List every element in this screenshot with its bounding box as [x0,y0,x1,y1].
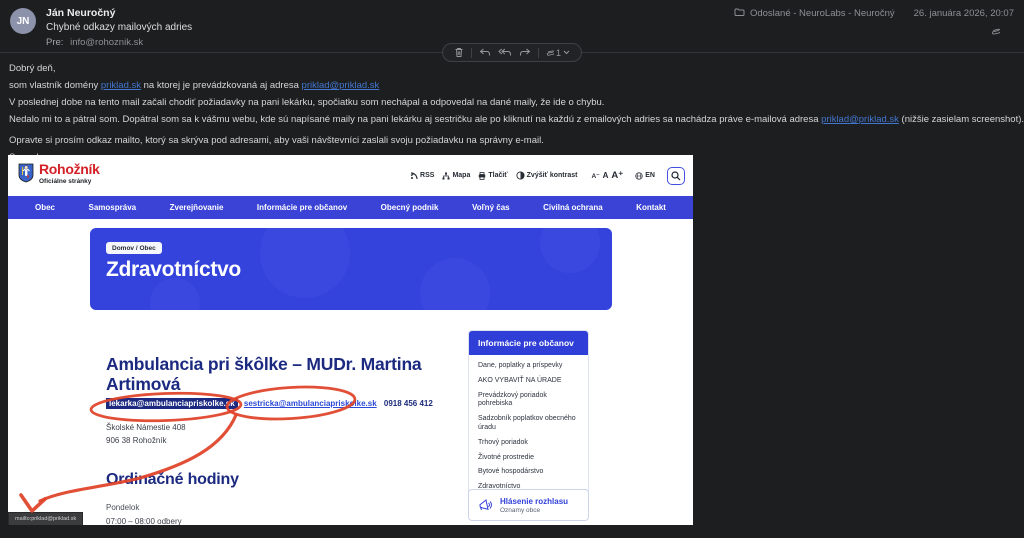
sidebar-list: Dane, poplatky a príspevky AKO VYBAVIŤ N… [469,355,588,500]
nav-obecny-podnik[interactable]: Obecný podnik [381,203,439,212]
paperclip-icon [991,26,1000,40]
forward-button[interactable] [519,48,531,57]
avatar: JN [10,8,36,34]
address-line-2: 906 38 Rohožník [106,436,167,445]
mail-app: JN Ján Neuročný Chybné odkazy mailových … [0,0,1024,538]
sidebar-item-bytove: Bytové hospodárstvo [469,465,588,480]
embedded-screenshot[interactable]: Rohožník Oficiálne stránky RSS Mapa Tlač… [8,155,693,525]
font-decrease-button[interactable]: A⁻ [591,172,599,180]
to-label: Pre: [46,37,63,48]
font-size-controls: A⁻ A A⁺ [591,170,623,181]
sidebar-info-card: Informácie pre občanov Dane, poplatky a … [468,330,589,501]
message-date: 26. januára 2026, 20:07 [914,8,1014,19]
attachments-button[interactable]: 1 [546,48,570,58]
nav-obec[interactable]: Obec [35,203,55,212]
page-title: Zdravotníctvo [106,258,241,282]
hours-day: Pondelok [106,503,139,512]
sidebar-item-sadzobnik: Sadzobník poplatkov obecného úradu [469,412,588,435]
print-link[interactable]: Tlačiť [478,172,507,180]
reply-all-button[interactable] [498,48,512,57]
article-title: Ambulancia pri škôlke – MUDr. Martina Ar… [106,354,476,394]
globe-icon [635,172,643,180]
body-paragraph-3: Nedalo mi to a pátral som. Dopátral som … [9,114,1009,125]
nav-zverejnovanie[interactable]: Zverejňovanie [170,203,224,212]
sidebar-item-zivotne: Životné prostredie [469,450,588,465]
rss-link[interactable]: RSS [410,172,434,180]
sidebar-item-trhovy: Trhový poriadok [469,436,588,451]
address-line-1: Školské Námestie 408 [106,423,186,432]
sidebar-item-dane: Dane, poplatky a príspevky [469,359,588,374]
page-hero: Domov / Obec Zdravotníctvo [90,228,612,310]
body-paragraph-2: V poslednej dobe na tento mail začali ch… [9,97,1009,108]
toolbar-separator [471,48,472,58]
contrast-toggle[interactable]: Zvýšiť kontrast [516,171,578,180]
megaphone-icon [478,499,493,512]
nav-kontakt[interactable]: Kontakt [636,203,666,212]
body-greeting: Dobrý deň, [9,63,1009,74]
site-logo: Rohožník Oficiálne stránky [18,161,100,185]
sidebar-title: Informácie pre občanov [469,331,588,355]
body-paragraph-4: Opravte si prosím odkaz mailto, ktorý sa… [9,135,1009,146]
phone-number: 0918 456 412 [384,399,433,408]
toolbar-separator [538,48,539,58]
to-value: info@rohoznik.sk [70,37,143,48]
recipient-line: Pre: info@rohoznik.sk [46,37,192,48]
hours-title: Ordinačné hodiny [106,471,239,489]
sender-name: Ján Neuročný [46,7,192,19]
hours-time: 07:00 – 08:00 odbery [106,517,182,525]
doctor-email-link: lekarka@ambulanciapriskolke.sk [106,398,238,409]
attachment-count: 1 [556,48,561,58]
header-utilities: RSS Mapa Tlačiť Zvýšiť kontrast A⁻ A [410,155,685,196]
sitemap-link[interactable]: Mapa [442,172,470,180]
contrast-icon [516,171,525,180]
message-subject: Chybné odkazy mailových adries [46,22,192,33]
radio-announcements-card: Hlásenie rozhlasu Oznamy obce [468,489,589,521]
contact-row: lekarka@ambulanciapriskolke.sk sestricka… [106,399,433,408]
site-name: Rohožník [39,161,100,177]
font-increase-button[interactable]: A⁺ [611,170,623,181]
breadcrumb: Domov / Obec [106,242,162,254]
rss-icon [410,172,418,180]
nav-informacie[interactable]: Informácie pre občanov [257,203,347,212]
delete-button[interactable] [454,47,464,58]
radio-subtitle: Oznamy obce [500,507,568,514]
link-priklad-email[interactable]: priklad@priklad.sk [302,80,380,91]
folder-path: Odoslané - NeuroLabs - Neuročný [750,8,895,19]
site-nav: Obec Samospráva Zverejňovanie Informácie… [8,196,693,219]
reply-button[interactable] [479,48,491,57]
language-switch[interactable]: EN [635,172,655,180]
sender-block: Ján Neuročný Chybné odkazy mailových adr… [46,7,192,48]
link-priklad-sk[interactable]: priklad.sk [101,80,141,91]
sidebar-item-ako-vybavit: AKO VYBAVIŤ NA ÚRADE [469,374,588,389]
chevron-down-icon [563,50,570,55]
sitemap-icon [442,172,450,180]
site-tagline: Oficiálne stránky [39,178,100,185]
nav-civilna-ochrana[interactable]: Civilná ochrana [543,203,603,212]
nav-samosprava[interactable]: Samospráva [89,203,137,212]
search-icon [671,171,681,181]
folder-icon [734,7,745,20]
site-header: Rohožník Oficiálne stránky RSS Mapa Tlač… [8,155,693,196]
message-meta: Odoslané - NeuroLabs - Neuročný 26. janu… [734,7,1014,40]
link-priklad-email[interactable]: priklad@priklad.sk [821,114,899,125]
radio-title: Hlásenie rozhlasu [500,497,568,506]
message-toolbar: 1 [442,43,582,62]
sidebar-item-pohrebisko: Prevádzkový poriadok pohrebiska [469,389,588,412]
printer-icon [478,172,486,180]
nav-volny-cas[interactable]: Voľný čas [472,203,510,212]
body-paragraph-1: som vlastník domény priklad.sk na ktorej… [9,80,1009,91]
search-button[interactable] [667,167,685,185]
status-bar-tooltip: mailto:priklad@priklad.sk [8,512,83,525]
font-normal-button[interactable]: A [603,171,609,180]
coat-of-arms-icon [18,163,34,183]
nurse-email-link: sestricka@ambulanciapriskolke.sk [244,399,377,408]
